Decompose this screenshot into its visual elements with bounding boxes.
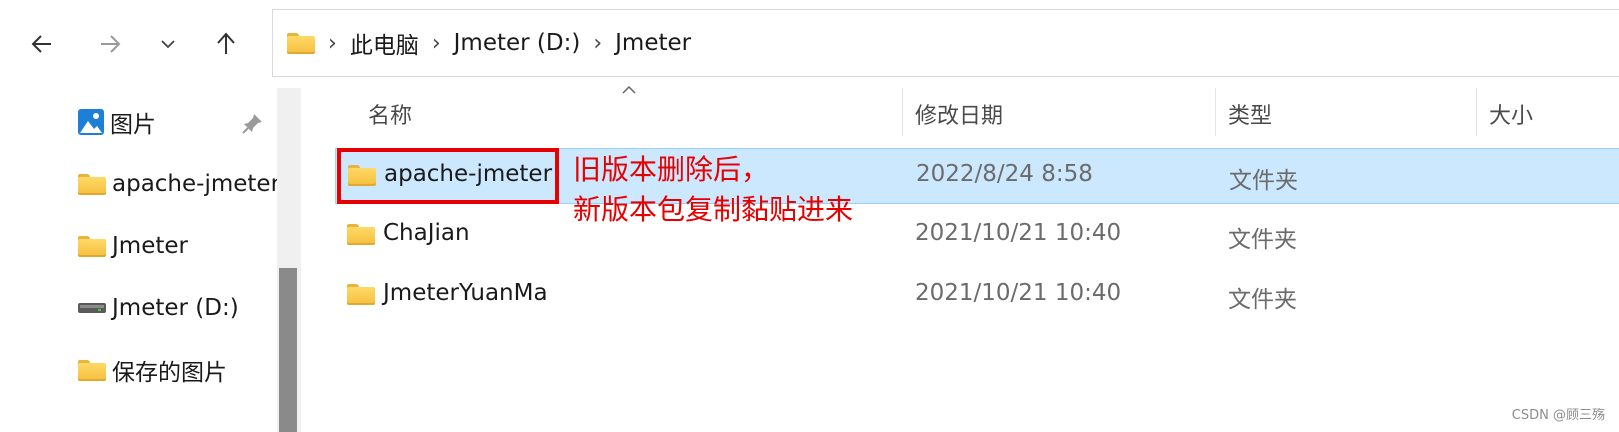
column-header-name[interactable]: 名称 [368,98,412,130]
breadcrumb-this-pc[interactable]: 此电脑 [350,26,419,60]
sidebar-scrollbar-thumb[interactable] [279,268,297,432]
file-date-modified: 2021/10/21 10:40 [915,280,1122,306]
pictures-icon [78,109,104,135]
folder-icon [347,284,375,305]
folder-icon [78,235,106,257]
up-button[interactable] [204,22,248,66]
folder-icon [347,224,375,245]
sidebar-item-label: 保存的图片 [112,360,227,386]
annotation-line-1: 旧版本删除后， [573,153,770,186]
sort-ascending-icon [622,86,636,94]
sidebar-item-label: 图片 [110,112,156,138]
chevron-right-icon[interactable]: › [328,31,337,56]
folder-icon [78,359,106,381]
arrow-right-icon [101,35,121,53]
file-name: ChaJian [383,220,470,246]
sidebar-item-label: apache-jmeter [112,171,281,197]
sidebar-item-drive-d[interactable]: Jmeter (D:) [78,288,239,328]
sidebar-item-pictures[interactable]: 图片 [78,102,156,142]
back-button[interactable] [20,22,64,66]
sidebar-item-apache-jmeter[interactable]: apache-jmeter [78,164,280,204]
file-name: JmeterYuanMa [383,280,548,306]
folder-icon [78,173,106,195]
watermark: CSDN @顾三殇 [1511,408,1605,423]
sidebar-item-jmeter[interactable]: Jmeter [78,226,188,266]
column-header-size[interactable]: 大小 [1489,98,1533,130]
arrow-left-icon [31,35,51,53]
column-header-type[interactable]: 类型 [1228,98,1272,130]
annotation-highlight-box [337,148,559,204]
file-date-modified: 2021/10/21 10:40 [915,220,1122,246]
chevron-down-icon [161,40,175,49]
arrow-up-icon [217,32,235,54]
folder-icon [287,32,315,54]
recent-locations-button[interactable] [146,22,190,66]
drive-icon [78,303,106,313]
sidebar-item-label: Jmeter (D:) [112,295,239,321]
column-divider[interactable] [1215,88,1216,136]
column-divider[interactable] [902,88,903,136]
column-divider[interactable] [1476,88,1477,136]
file-type: 文件夹 [1228,287,1297,313]
file-type: 文件夹 [1228,227,1297,253]
chevron-right-icon[interactable]: › [432,31,441,56]
file-row[interactable]: ChaJian 2021/10/21 10:40 文件夹 [335,208,1619,264]
breadcrumb-drive[interactable]: Jmeter (D:) [454,30,581,56]
file-date-modified: 2022/8/24 8:58 [916,161,1093,187]
column-header-date-modified[interactable]: 修改日期 [915,98,1003,130]
annotation-text: 旧版本删除后， 新版本包复制黏贴进来 [573,150,853,230]
forward-button[interactable] [88,22,132,66]
sidebar-item-saved-pictures[interactable]: 保存的图片 [78,350,227,390]
file-type: 文件夹 [1229,168,1298,194]
pin-icon[interactable] [242,112,264,134]
file-row[interactable]: JmeterYuanMa 2021/10/21 10:40 文件夹 [335,268,1619,324]
annotation-line-2: 新版本包复制黏贴进来 [573,193,854,226]
chevron-right-icon[interactable]: › [593,31,602,56]
address-bar[interactable]: › 此电脑 › Jmeter (D:) › Jmeter [272,9,1619,77]
breadcrumb-current-folder[interactable]: Jmeter [615,30,691,56]
sidebar-item-label: Jmeter [112,233,188,259]
